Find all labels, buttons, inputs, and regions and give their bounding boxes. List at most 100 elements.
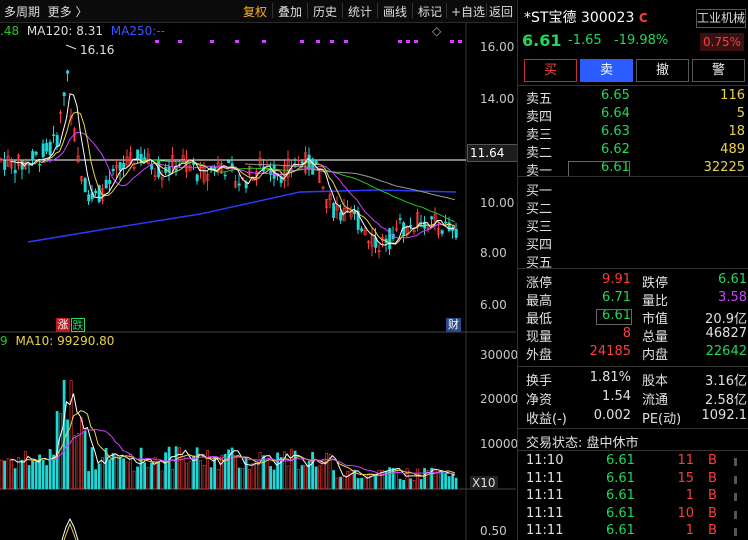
toolbar-button-overlay[interactable]: 叠加: [275, 2, 305, 21]
volume-bar: [269, 466, 273, 490]
trade-row[interactable]: 11:11 6.61 10 B: [526, 506, 744, 523]
volume-ma10-legend: MA10: 99290.80: [15, 334, 115, 348]
bid-label[interactable]: 买三: [526, 216, 552, 235]
stat-label: 内盘: [642, 348, 669, 363]
volume-bar: [3, 460, 7, 490]
volume-bar: [265, 458, 269, 490]
event-dot: [458, 40, 462, 43]
stats2-row: 净资 1.54 流通 2.58亿: [518, 389, 748, 408]
volume-bar: [192, 455, 196, 490]
trade-price: 6.61: [606, 523, 635, 538]
stats-row: 涨停 9.91 跌停 6.61: [518, 272, 748, 291]
volume-bar: [41, 459, 45, 490]
ask-row[interactable]: 卖五 6.65 116: [518, 88, 748, 107]
volume-tick: 10000: [480, 437, 519, 451]
ask-row[interactable]: 卖四 6.64 5: [518, 106, 748, 125]
candle-body: [195, 174, 199, 182]
candle-body: [300, 161, 304, 164]
candle-body: [209, 166, 213, 169]
volume-bar: [398, 478, 402, 490]
toolbar-button-mark[interactable]: 标记: [415, 2, 445, 21]
limit-up-badge[interactable]: 涨: [56, 318, 70, 332]
candle-body: [41, 143, 45, 158]
alert-button[interactable]: 警: [692, 59, 745, 82]
limit-down-badge[interactable]: 跌: [71, 318, 85, 332]
candle-body: [94, 190, 98, 193]
current-price: 6.61: [522, 31, 562, 50]
ask-row[interactable]: 卖二 6.62 489: [518, 142, 748, 161]
ask-price: 6.63: [601, 124, 630, 139]
bid-label[interactable]: 买二: [526, 198, 552, 217]
kline-chart[interactable]: [0, 22, 516, 540]
toolbar-button-history[interactable]: 历史: [310, 2, 340, 21]
cancel-button[interactable]: 撤: [636, 59, 689, 82]
stat-value: 1092.1: [701, 408, 748, 423]
toolbar-button-add-watchlist[interactable]: +自选: [448, 2, 488, 21]
volume-bar: [139, 447, 143, 490]
stat-value: 0.002: [593, 408, 631, 423]
volume-bar: [374, 473, 378, 490]
candle-body: [66, 70, 70, 74]
chevron-right-icon: 〉: [75, 5, 88, 19]
toolbar-button-stats[interactable]: 统计: [345, 2, 375, 21]
volume-bar: [318, 465, 322, 490]
volume-bar: [62, 379, 66, 490]
ask-row[interactable]: 卖三 6.63 18: [518, 124, 748, 143]
volume-bar: [332, 470, 336, 490]
volume-bar: [13, 468, 17, 490]
diamond-icon[interactable]: ◇: [432, 24, 441, 38]
ask-label: 卖三: [526, 128, 553, 143]
volume-bar: [45, 465, 49, 490]
trade-row[interactable]: 11:10 6.61 11 B: [526, 453, 744, 470]
toolbar-button-back[interactable]: 返回: [486, 2, 516, 21]
candle-body: [360, 228, 364, 232]
trade-row[interactable]: 11:11 6.61 1 B: [526, 488, 744, 505]
ask-label: 卖五: [526, 92, 553, 107]
financial-badge[interactable]: 财: [446, 318, 461, 332]
volume-bar: [286, 465, 290, 490]
high-mark-arrow: [65, 44, 77, 50]
volume-bar: [440, 470, 444, 490]
volume-bar: [451, 474, 455, 490]
volume-legend: 9 MA10: 99290.80: [0, 334, 114, 348]
volume-bar: [423, 468, 427, 490]
low-highlight: [596, 309, 632, 325]
quote-panel: *ST宝德 300023 C 工业机械 6.61 -1.65 -19.98% 0…: [517, 0, 748, 540]
volume-bar: [143, 462, 147, 490]
volume-bar: [181, 456, 185, 490]
volume-bar: [248, 469, 252, 490]
toolbar-button-adjust[interactable]: 复权: [240, 2, 270, 21]
ask-volume: 489: [720, 142, 745, 157]
volume-bar: [164, 452, 168, 490]
bid-label[interactable]: 买一: [526, 180, 552, 199]
volume-bar: [34, 459, 38, 490]
candle-body: [150, 164, 154, 170]
buy-button[interactable]: 买: [524, 59, 577, 82]
volume-bar: [251, 462, 255, 490]
trade-row[interactable]: 11:11 6.61 15 B: [526, 471, 744, 488]
sell-button[interactable]: 卖: [580, 59, 633, 82]
volume-bar: [6, 458, 10, 490]
candle-body: [3, 160, 7, 170]
stat-value: 24185: [589, 344, 631, 359]
trade-side: B: [708, 470, 717, 486]
stat-label: 最低: [526, 312, 553, 327]
volume-bar: [367, 473, 371, 490]
volume-bar: [311, 451, 315, 490]
candle-body: [398, 218, 402, 220]
trade-marker: [734, 510, 737, 519]
indicator-tick: 0.50: [480, 524, 507, 538]
trade-time: 11:10: [526, 453, 564, 468]
bid-label[interactable]: 买四: [526, 234, 552, 253]
trade-row[interactable]: 11:11 6.61 1 B: [526, 523, 744, 540]
event-dot: [210, 40, 214, 43]
toolbar-button-draw[interactable]: 画线: [380, 2, 410, 21]
industry-tag[interactable]: 工业机械: [696, 9, 746, 28]
candle-body: [83, 178, 87, 193]
volume-bar: [381, 470, 385, 490]
period-selector[interactable]: 多周期 更多 〉: [4, 3, 88, 20]
chart-toolbar: 多周期 更多 〉 复权 叠加 历史 统计 画线 标记 +自选 返回: [0, 0, 516, 23]
stat-value: 46827: [705, 326, 747, 341]
trade-marker: [734, 528, 737, 536]
price-tick: 10.00: [480, 196, 515, 210]
